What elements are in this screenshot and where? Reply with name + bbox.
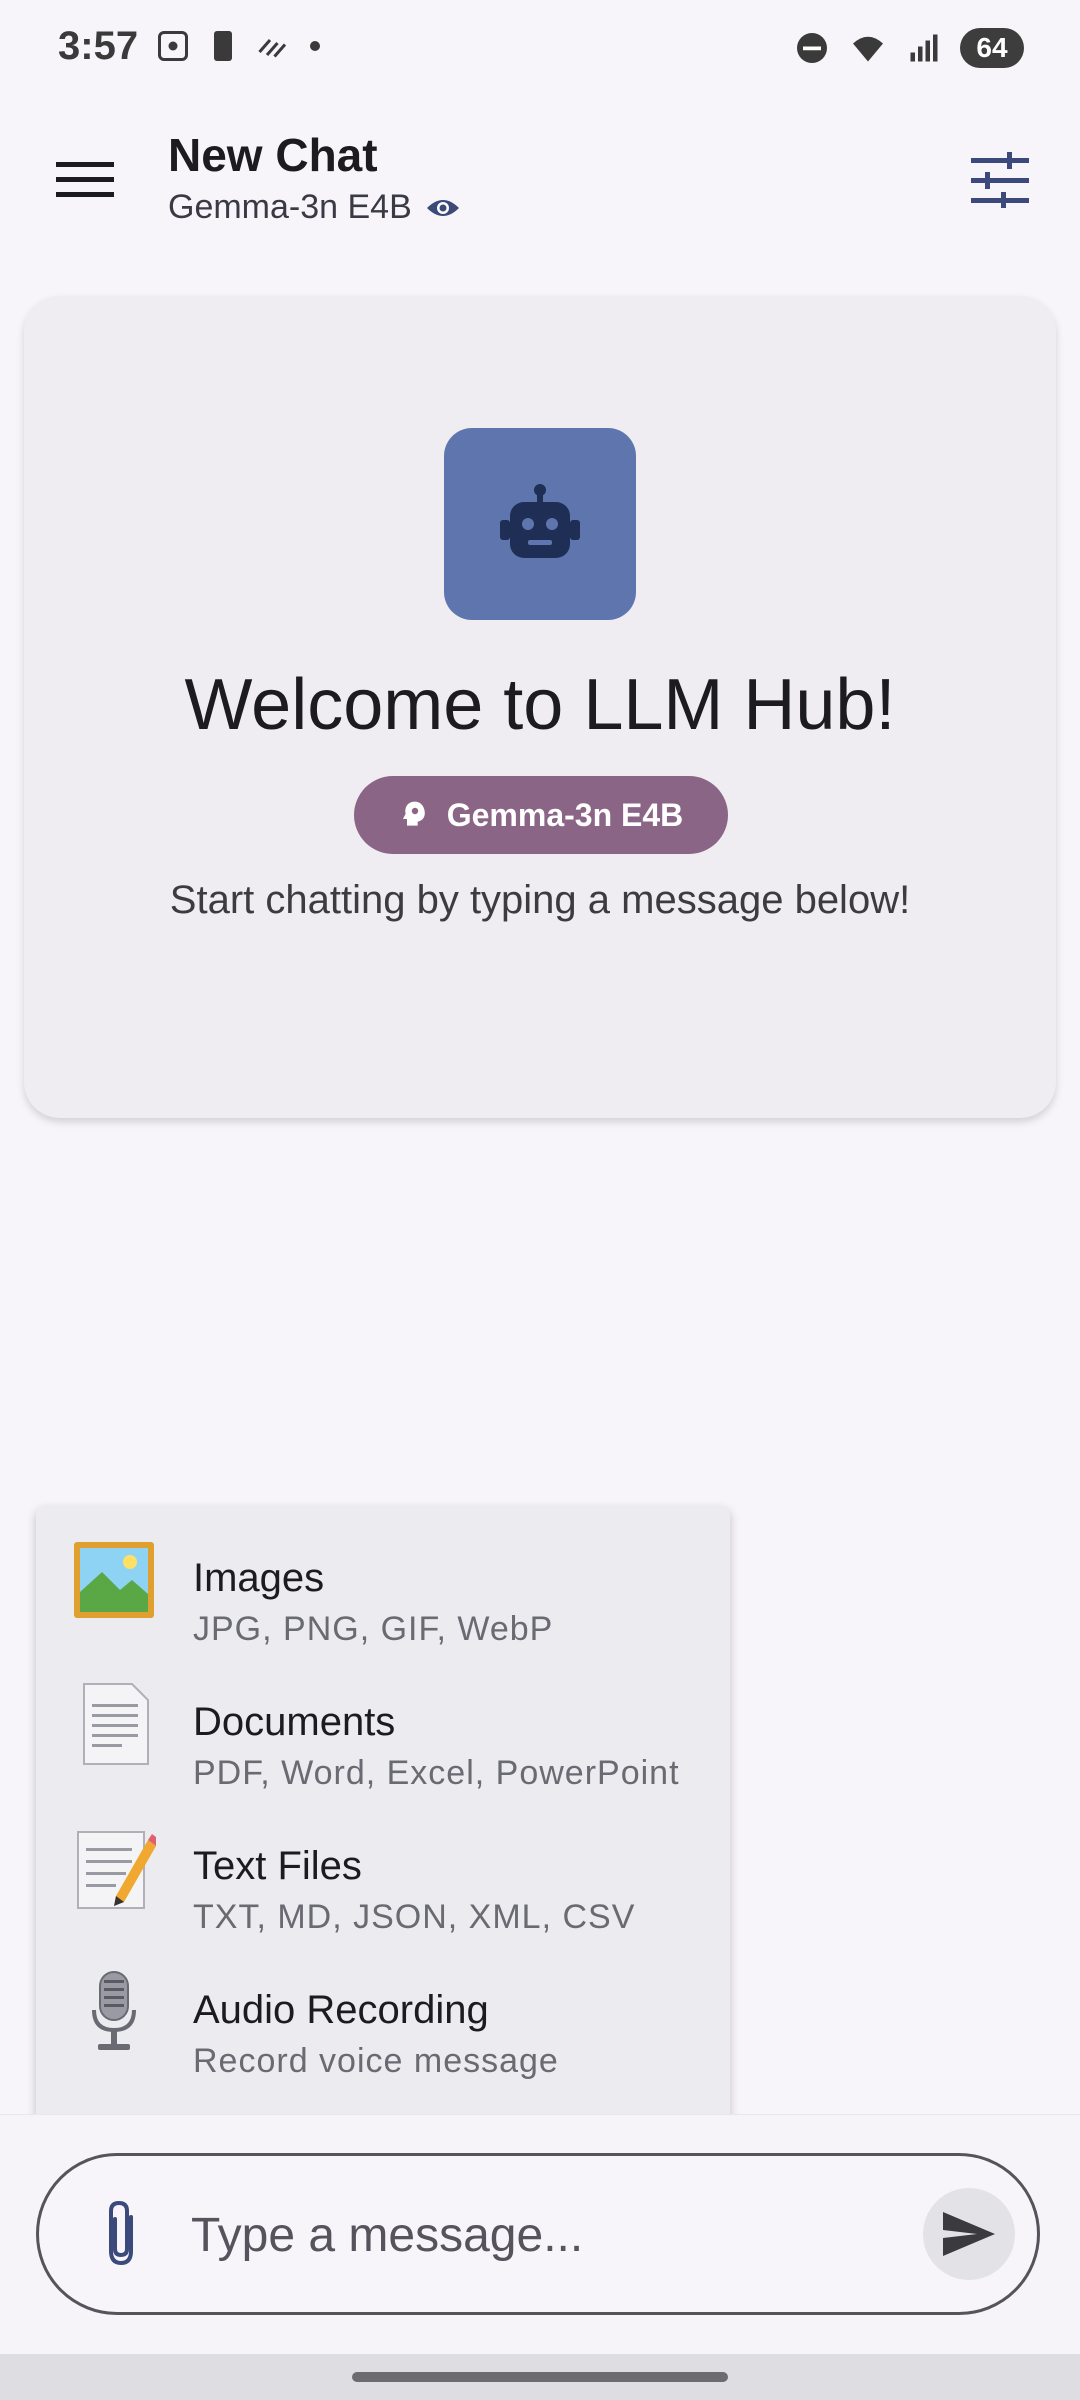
attachment-menu: Images JPG, PNG, GIF, WebP Documents PDF… [36,1506,730,2130]
settings-button[interactable] [960,140,1040,220]
tune-icon [971,152,1029,208]
wifi-icon [853,36,883,62]
menu-item-label: Documents [193,1700,396,1744]
message-input[interactable] [189,2192,933,2278]
battery-indicator: 64 [960,28,1024,68]
device-icon [214,31,232,61]
composer [36,2153,1040,2315]
welcome-card: Welcome to LLM Hub! Gemma-3n E4B Start c… [24,296,1056,1118]
send-icon [943,2212,995,2256]
model-chip-label: Gemma-3n E4B [446,796,684,833]
menu-item-documents[interactable]: Documents PDF, Word, Excel, PowerPoint [36,1650,730,1794]
model-name: Gemma-3n E4B [168,188,412,226]
status-system-icons: 64 [794,28,1024,68]
do-not-disturb-icon [797,33,827,63]
title-block: New Chat Gemma-3n E4B [168,128,460,227]
menu-item-label: Text Files [193,1844,362,1888]
status-time: 3:57 [58,24,139,68]
no-data-icon [258,39,287,58]
system-navigation-bar [0,2354,1080,2400]
home-handle[interactable] [352,2372,728,2382]
model-row: Gemma-3n E4B [168,188,460,227]
page-title: New Chat [168,129,378,181]
menu-item-label: Audio Recording [193,1988,489,2032]
robot-icon [500,484,580,558]
welcome-title: Welcome to LLM Hub! [184,665,896,745]
memo-icon [72,1826,156,1910]
composer-bar [0,2114,1080,2355]
menu-item-label: Images [193,1556,325,1600]
image-icon [72,1538,156,1622]
menu-item-desc: JPG, PNG, GIF, WebP [193,1610,554,1648]
eye-icon [426,199,459,216]
model-chip: Gemma-3n E4B [354,776,728,854]
send-button[interactable] [923,2188,1015,2280]
welcome-subtitle: Start chatting by typing a message below… [169,878,911,922]
status-bar: 3:57 64 [0,0,1080,100]
document-icon [72,1682,156,1766]
menu-item-audio-recording[interactable]: Audio Recording Record voice message [36,1938,730,2082]
menu-item-desc: PDF, Word, Excel, PowerPoint [193,1754,680,1792]
microphone-icon [72,1970,156,2054]
menu-button[interactable] [40,145,130,215]
menu-item-images[interactable]: Images JPG, PNG, GIF, WebP [36,1506,730,1650]
screenshot-icon [158,31,188,61]
menu-item-desc: TXT, MD, JSON, XML, CSV [193,1898,636,1936]
brain-icon [402,801,425,826]
hamburger-menu-icon [56,162,114,197]
menu-item-text-files[interactable]: Text Files TXT, MD, JSON, XML, CSV [36,1794,730,1938]
menu-item-desc: Record voice message [193,2042,559,2080]
paperclip-icon [109,2200,133,2266]
bot-avatar [444,428,636,620]
top-app-bar: New Chat Gemma-3n E4B [0,110,1080,240]
attach-button[interactable] [83,2196,159,2272]
dot-icon [310,41,320,51]
status-notification-icons [155,28,325,64]
signal-icon [910,34,938,62]
